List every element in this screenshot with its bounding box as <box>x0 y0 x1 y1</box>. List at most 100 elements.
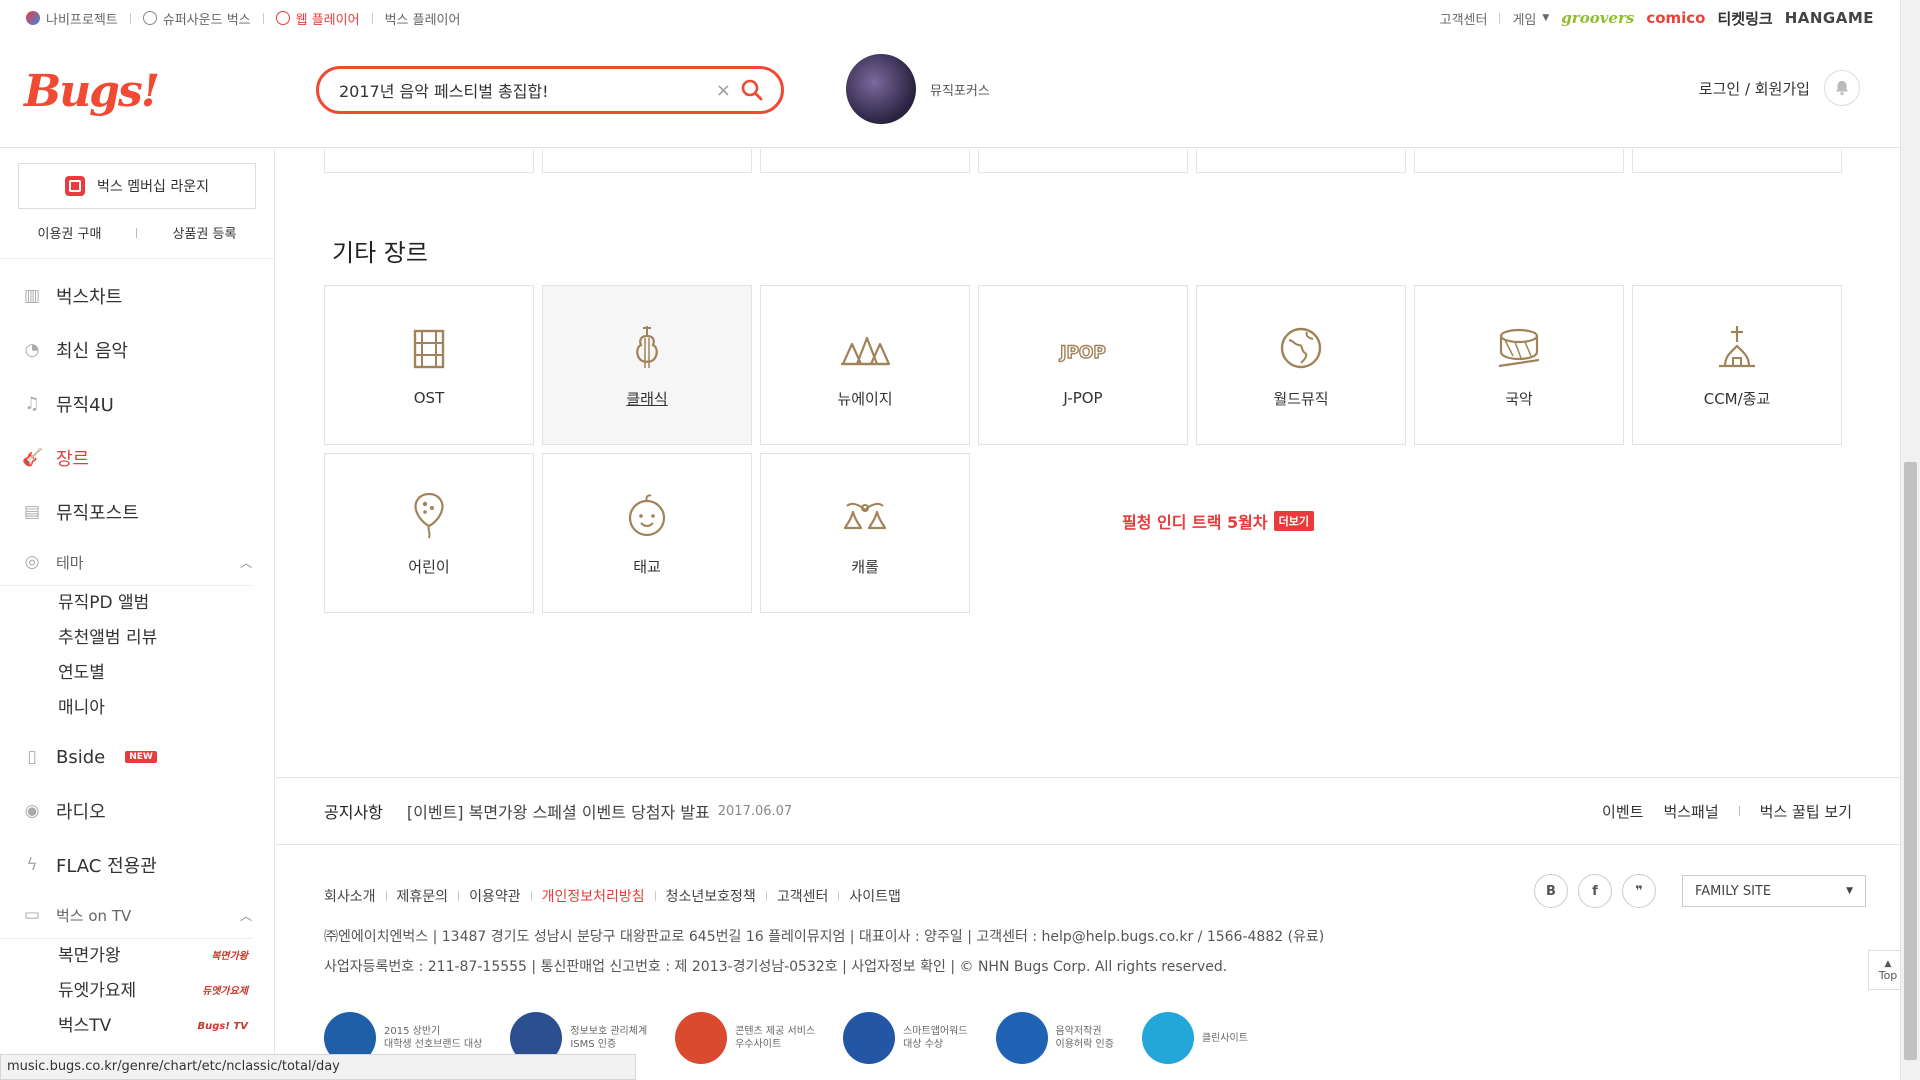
genre-tile-partial[interactable] <box>760 149 970 173</box>
search-icon[interactable] <box>741 79 763 101</box>
register-coupon-link[interactable]: 상품권 등록 <box>173 223 237 242</box>
bells-icon <box>843 502 887 529</box>
top-link-1[interactable]: 슈퍼사운드 벅스 <box>142 9 251 28</box>
clear-icon[interactable]: × <box>716 80 731 101</box>
footer-link[interactable]: 제휴문의 <box>397 886 449 906</box>
sidebar-item-bside[interactable]: ▯ Bside NEW <box>0 730 274 784</box>
family-site-label: FAMILY SITE <box>1695 883 1772 899</box>
membership-lounge-button[interactable]: 벅스 멤버십 라운지 <box>18 163 256 209</box>
sidebar-item-guitar[interactable]: 🎸 장르 <box>0 431 274 485</box>
sidebar-item-label: 라디오 <box>56 802 106 823</box>
secondary-nav: ▯ Bside NEW ◉ 라디오 ϟ FLAC 전용관 <box>0 726 274 892</box>
genre-tile-partial[interactable] <box>1632 149 1842 173</box>
top-bar: 나비프로젝트 슈퍼사운드 벅스 웹 플레이어 벅스 플레이어 고객센터 게임 ▼ gro… <box>0 0 1900 36</box>
trees-icon <box>841 336 891 365</box>
top-link-0[interactable]: 나비프로젝트 <box>26 9 118 28</box>
genre-tile[interactable]: 뉴에이지 <box>760 285 970 445</box>
genre-label: 어린이 <box>408 557 450 576</box>
bell-icon[interactable] <box>1824 70 1860 106</box>
brand-comico[interactable]: comico <box>1646 9 1705 27</box>
bugs-logo[interactable]: Bugs! <box>24 66 160 117</box>
customer-center-link[interactable]: 고객센터 <box>1440 9 1488 28</box>
genre-tile[interactable]: CCM/종교 <box>1632 285 1842 445</box>
drum-icon <box>1498 328 1540 367</box>
brand-groovers[interactable]: groovers <box>1561 9 1634 27</box>
genre-tile-partial[interactable] <box>978 149 1188 173</box>
facebook-icon[interactable]: f <box>1578 874 1612 908</box>
search-input[interactable] <box>339 80 716 100</box>
notice-link[interactable]: [이벤트] 복면가왕 스페셜 이벤트 당첨자 발표 <box>407 799 710 823</box>
sidebar-item-flac[interactable]: ϟ FLAC 전용관 <box>0 838 274 892</box>
scrollbar-thumb[interactable] <box>1904 462 1917 1060</box>
sidebar-item-note[interactable]: ♫ 뮤직4U <box>0 377 274 431</box>
award-badge: 스마트앱어워드 대상 수상 <box>843 1012 968 1064</box>
top-link-3[interactable]: 벅스 플레이어 <box>385 9 461 28</box>
balloon-icon <box>414 492 444 538</box>
genre-tile[interactable]: 태교 <box>542 453 752 613</box>
sidebar-item-chart[interactable]: ▥ 벅스차트 <box>0 269 274 323</box>
game-menu[interactable]: 게임 ▼ <box>1512 9 1549 28</box>
award-emblem-icon <box>843 1012 896 1064</box>
genre-tile[interactable]: OST <box>324 285 534 445</box>
theme-item[interactable]: 매니아 <box>58 691 252 726</box>
genre-tile-partial[interactable] <box>542 149 752 173</box>
genre-label: 태교 <box>633 557 661 576</box>
tv-item[interactable]: 복면가왕 복면가왕 <box>58 939 252 974</box>
genre-grid: OST 클래식 뉴에이지 JPOP J-POP 월드뮤직 국악 CCM/종교어린이 태교 캐롤 <box>324 285 1842 613</box>
sidebar-item-new-music[interactable]: ◔ 최신 음악 <box>0 323 274 377</box>
guitar-icon: 🎸 <box>22 448 44 468</box>
family-site-select[interactable]: FAMILY SITE ▼ <box>1682 875 1866 907</box>
new-badge: NEW <box>125 751 157 763</box>
footer-link[interactable]: 고객센터 <box>777 886 829 906</box>
tv-show-logo: 듀엣가요제 <box>202 986 248 997</box>
tv-section-header[interactable]: ▭ 벅스 on TV ︿ <box>0 892 274 938</box>
award-emblem-icon <box>995 1012 1048 1064</box>
page-scrollbar[interactable] <box>1900 0 1920 1080</box>
post-icon[interactable]: ❞ <box>1622 874 1656 908</box>
blog-icon[interactable]: B <box>1534 874 1568 908</box>
genre-tile-partial[interactable] <box>324 149 534 173</box>
tv-item[interactable]: 듀엣가요제 듀엣가요제 <box>58 974 252 1009</box>
buy-pass-link[interactable]: 이용권 구매 <box>38 223 102 242</box>
footer-link[interactable]: 개인정보처리방침 <box>542 886 645 906</box>
genre-label: 클래식 <box>626 389 668 408</box>
theme-item[interactable]: 추천앨범 리뷰 <box>58 621 252 656</box>
theme-item[interactable]: 뮤직PD 앨범 <box>58 586 252 621</box>
genre-tile[interactable]: 캐롤 <box>760 453 970 613</box>
tv-item[interactable]: 벅스TV Bugs! TV <box>58 1009 252 1044</box>
genre-tile-partial[interactable] <box>1196 149 1406 173</box>
panel-link[interactable]: 벅스패널 <box>1663 801 1718 822</box>
event-link[interactable]: 이벤트 <box>1602 801 1643 822</box>
footer-link[interactable]: 이용약관 <box>469 886 521 906</box>
chart-icon: ▥ <box>23 286 41 306</box>
sidebar: 벅스 멤버십 라운지 이용권 구매 상품권 등록 ▥ 벅스차트 ◔ 최신 음악 ♫ 뮤직4… <box>0 149 275 1080</box>
footer-link[interactable]: 회사소개 <box>324 886 376 906</box>
award-badge: 콘텐츠 제공 서비스 우수사이트 <box>675 1012 815 1064</box>
divider <box>458 891 460 901</box>
login-link[interactable]: 로그인 / 회원가입 <box>1699 78 1810 99</box>
theme-section-header[interactable]: ◎ 테마 ︿ <box>0 539 274 585</box>
award-line2: 대학생 선호브랜드 대상 <box>384 1039 483 1050</box>
sidebar-item-radio[interactable]: ◉ 라디오 <box>0 784 274 838</box>
footer-link[interactable]: 청소년보호정책 <box>666 886 756 906</box>
tv-item-label: 듀엣가요제 <box>58 981 137 1001</box>
theme-item[interactable]: 연도별 <box>58 656 252 691</box>
music-focus-banner[interactable]: 뮤직포커스 필청 인디 트랙 5월차 더보기 <box>846 54 1314 532</box>
top-label: Top <box>1878 968 1898 982</box>
sidebar-item-post[interactable]: ▤ 뮤직포스트 <box>0 485 274 539</box>
genre-label: 국악 <box>1505 389 1533 408</box>
genre-tile[interactable]: JPOP J-POP <box>978 285 1188 445</box>
genre-tile-partial[interactable] <box>1414 149 1624 173</box>
brand-hangame[interactable]: HANGAME <box>1785 9 1874 27</box>
genre-tile[interactable]: 어린이 <box>324 453 534 613</box>
genre-tile[interactable]: 월드뮤직 <box>1196 285 1406 445</box>
genre-tile[interactable]: 국악 <box>1414 285 1624 445</box>
baby-icon <box>628 493 666 536</box>
tips-link[interactable]: 벅스 꿀팁 보기 <box>1760 801 1852 822</box>
genre-tile[interactable]: 클래식 <box>542 285 752 445</box>
purchase-links: 이용권 구매 상품권 등록 <box>0 209 274 259</box>
top-link-2[interactable]: 웹 플레이어 <box>275 9 360 28</box>
genre-label: 월드뮤직 <box>1273 389 1329 408</box>
brand-ticketlink[interactable]: 티켓링크 <box>1717 8 1772 29</box>
footer-link[interactable]: 사이트맵 <box>849 886 901 906</box>
